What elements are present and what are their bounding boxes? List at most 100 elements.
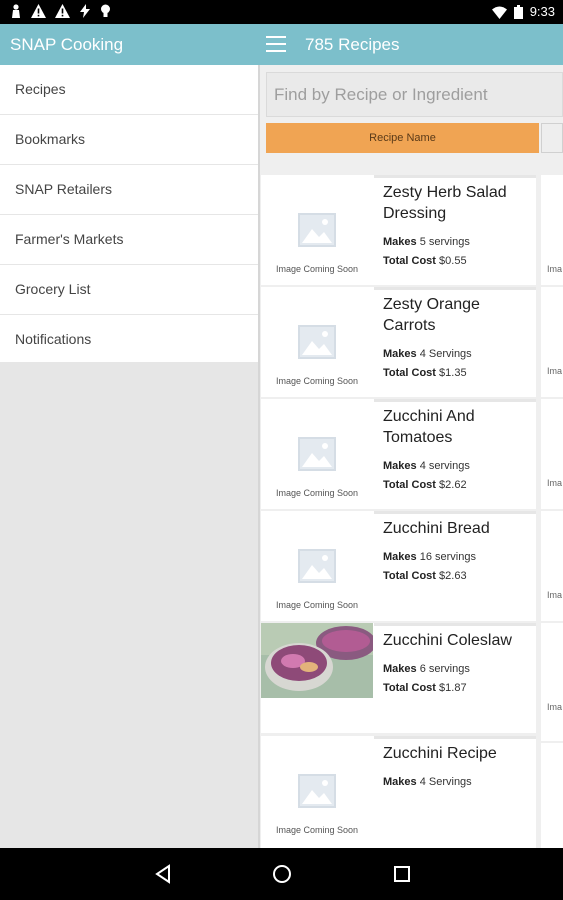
drawer-item-label: Bookmarks [15, 131, 86, 147]
recipe-image: Image Coming Soon [261, 175, 373, 285]
makes-row: Makes 4 Servings [383, 345, 536, 364]
recipe-name: Zesty Orange Carrots [383, 296, 480, 334]
cost-value: $1.87 [439, 682, 467, 694]
recipe-image: Image Coming Soon [261, 287, 373, 397]
image-placeholder-icon [298, 437, 336, 471]
makes-row: Makes 4 Servings [383, 773, 536, 792]
cost-row: Total Cost $1.35 [383, 364, 536, 383]
sort-header-next[interactable] [541, 123, 563, 153]
drawer-item-grocery-list[interactable]: Grocery List [0, 265, 258, 315]
system-icons: 9:33 [491, 4, 555, 20]
drawer-item-label: Grocery List [15, 281, 91, 297]
recipe-name: Zucchini Bread [383, 520, 490, 537]
cost-row: Total Cost $0.55 [383, 252, 536, 271]
drawer-item-label: SNAP Retailers [15, 181, 113, 197]
recipe-card[interactable]: Image Coming Soon Zesty Orange Carrots M… [261, 287, 536, 397]
makes-value: 4 servings [419, 460, 470, 472]
recipe-name: Zucchini Recipe [383, 745, 497, 762]
battery-icon [513, 5, 523, 19]
recents-icon[interactable] [390, 862, 414, 886]
navigation-drawer: Recipes Bookmarks SNAP Retailers Farmer'… [0, 65, 258, 365]
app-name: SNAP Cooking [10, 35, 124, 54]
drawer-item-snap-retailers[interactable]: SNAP Retailers [0, 165, 258, 215]
next-column-card[interactable]: Ima [541, 623, 563, 741]
next-column-card[interactable]: Ima [541, 511, 563, 621]
system-nav-bar [0, 848, 563, 900]
image-placeholder: Image Coming Soon [261, 287, 373, 407]
cost-label: Total Cost [383, 479, 436, 491]
makes-value: 4 Servings [419, 348, 472, 360]
drawer-empty-area [0, 362, 258, 848]
recipe-card[interactable]: Image Coming Soon Zesty Herb Salad Dress… [261, 175, 536, 285]
recipe-meta: Makes 4 servings Total Cost $2.62 [383, 457, 536, 495]
image-placeholder-text: Ima [547, 590, 563, 600]
warning-icon [31, 4, 46, 18]
recipe-meta: Makes 6 servings Total Cost $1.87 [383, 660, 536, 698]
search-input[interactable] [267, 73, 563, 116]
next-column-card[interactable]: Ima [541, 175, 563, 285]
cost-row: Total Cost $2.62 [383, 476, 536, 495]
image-placeholder-icon [298, 774, 336, 808]
hamburger-menu-icon[interactable] [266, 36, 286, 52]
next-column-card[interactable]: Ima [541, 287, 563, 397]
recipe-info: Zucchini Coleslaw Makes 6 servings Total… [374, 623, 536, 733]
image-placeholder: Image Coming Soon [261, 511, 373, 631]
recipe-card[interactable]: Image Coming Soon Zucchini Bread Makes 1… [261, 511, 536, 621]
cost-label: Total Cost [383, 367, 436, 379]
sort-header-recipe-name[interactable]: Recipe Name [266, 123, 539, 153]
image-placeholder-text: Ima [547, 702, 563, 712]
home-icon[interactable] [270, 862, 294, 886]
makes-value: 4 Servings [419, 776, 472, 788]
recipe-card[interactable]: Zucchini Coleslaw Makes 6 servings Total… [261, 623, 536, 733]
drawer-item-label: Farmer's Markets [15, 231, 124, 247]
page-title: 785 Recipes [305, 35, 400, 54]
image-placeholder-icon [298, 213, 336, 247]
image-placeholder-text: Ima [547, 366, 563, 376]
recipe-info: Zucchini Bread Makes 16 servings Total C… [374, 511, 536, 621]
cost-value: $1.35 [439, 367, 467, 379]
recipe-info: Zucchini And Tomatoes Makes 4 servings T… [374, 399, 536, 509]
image-placeholder: Image Coming Soon [261, 736, 373, 848]
recipe-card[interactable]: Image Coming Soon Zucchini And Tomatoes … [261, 399, 536, 509]
makes-value: 16 servings [419, 551, 476, 563]
recipe-photo [261, 623, 373, 698]
recipe-image: Image Coming Soon [261, 399, 373, 509]
notification-icons [10, 4, 111, 18]
makes-value: 5 servings [419, 236, 470, 248]
drawer-item-bookmarks[interactable]: Bookmarks [0, 115, 258, 165]
next-column-card[interactable] [541, 743, 563, 848]
drawer-item-farmers-markets[interactable]: Farmer's Markets [0, 215, 258, 265]
makes-label: Makes [383, 663, 417, 675]
makes-row: Makes 5 servings [383, 233, 536, 252]
recipe-image [261, 623, 373, 733]
cost-label: Total Cost [383, 255, 436, 267]
cost-value: $2.62 [439, 479, 467, 491]
makes-label: Makes [383, 776, 417, 788]
cost-value: $0.55 [439, 255, 467, 267]
image-placeholder-text: Image Coming Soon [275, 600, 359, 610]
image-placeholder-text: Image Coming Soon [275, 264, 359, 274]
makes-row: Makes 6 servings [383, 660, 536, 679]
drawer-item-notifications[interactable]: Notifications [0, 315, 258, 365]
cost-row: Total Cost $2.63 [383, 567, 536, 586]
recipe-card[interactable]: Image Coming Soon Zucchini Recipe Makes … [261, 736, 536, 848]
image-placeholder-icon [298, 549, 336, 583]
drawer-item-recipes[interactable]: Recipes [0, 65, 258, 115]
back-icon[interactable] [151, 862, 175, 886]
recipe-image: Image Coming Soon [261, 511, 373, 621]
makes-row: Makes 4 servings [383, 457, 536, 476]
image-placeholder-text: Image Coming Soon [275, 488, 359, 498]
recipe-info: Zesty Herb Salad Dressing Makes 5 servin… [374, 175, 536, 285]
tip-icon [101, 4, 110, 17]
image-placeholder-text: Image Coming Soon [275, 376, 359, 386]
recipe-info: Zucchini Recipe Makes 4 Servings [374, 736, 536, 848]
recipe-meta: Makes 16 servings Total Cost $2.63 [383, 548, 536, 586]
recipe-name: Zesty Herb Salad Dressing [383, 184, 507, 222]
next-column-card[interactable]: Ima [541, 399, 563, 509]
image-placeholder: Image Coming Soon [261, 175, 373, 295]
drawer-item-label: Notifications [15, 331, 92, 347]
cost-label: Total Cost [383, 682, 436, 694]
flash-icon [80, 4, 90, 18]
makes-label: Makes [383, 460, 417, 472]
makes-label: Makes [383, 236, 417, 248]
